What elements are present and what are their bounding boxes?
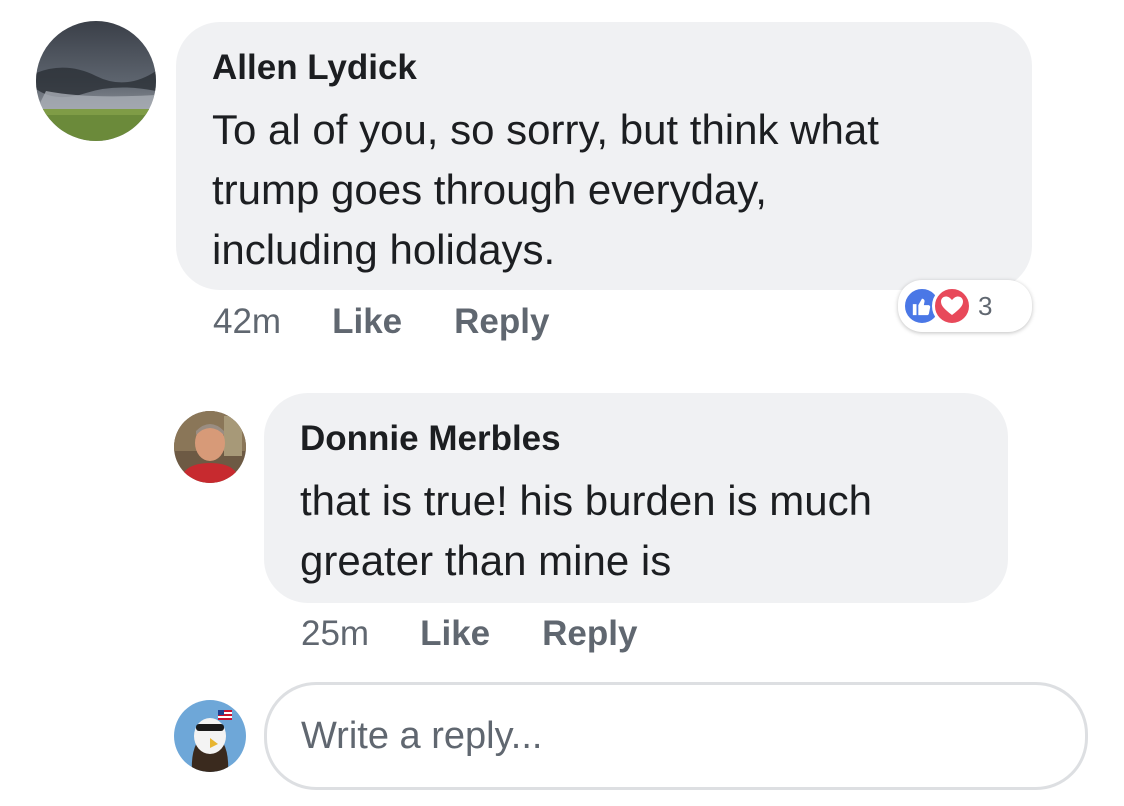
current-user-avatar bbox=[174, 700, 246, 772]
comment-author[interactable]: Allen Lydick bbox=[212, 48, 1032, 88]
comment-timestamp[interactable]: 42m bbox=[213, 302, 281, 342]
reaction-count: 3 bbox=[978, 290, 993, 321]
reply-actions: 25m Like Reply bbox=[301, 614, 637, 654]
comment-text-line: trump goes through everyday, bbox=[212, 166, 767, 213]
like-button[interactable]: Like bbox=[332, 302, 402, 342]
avatar-donnie-merbles[interactable] bbox=[174, 411, 246, 483]
comment-text-line: To al of you, so sorry, but think what bbox=[212, 106, 879, 153]
eagle-avatar-image bbox=[174, 700, 246, 772]
profile-photo bbox=[174, 411, 246, 483]
comment-bubble: Allen Lydick To al of you, so sorry, but… bbox=[176, 22, 1032, 290]
comment-timestamp[interactable]: 25m bbox=[301, 614, 369, 654]
avatar-allen-lydick[interactable] bbox=[36, 21, 156, 141]
comment-text-line: including holidays. bbox=[212, 226, 556, 273]
comment-actions: 42m Like Reply bbox=[213, 302, 549, 342]
comment-text-line: greater than mine is bbox=[300, 537, 672, 584]
reply-placeholder: Write a reply... bbox=[301, 714, 543, 757]
reply-bubble: Donnie Merbles that is true! his burden … bbox=[264, 393, 1008, 603]
like-button[interactable]: Like bbox=[420, 614, 490, 654]
reactions-badge[interactable]: 3 bbox=[898, 280, 1032, 332]
reply-button[interactable]: Reply bbox=[454, 302, 549, 342]
reply-input[interactable]: Write a reply... bbox=[264, 682, 1088, 790]
reply-button[interactable]: Reply bbox=[542, 614, 637, 654]
comment-text-line: that is true! his burden is much bbox=[300, 477, 872, 524]
storm-landscape-image bbox=[36, 21, 156, 141]
comment-author[interactable]: Donnie Merbles bbox=[300, 419, 1008, 459]
heart-icon bbox=[932, 286, 972, 326]
